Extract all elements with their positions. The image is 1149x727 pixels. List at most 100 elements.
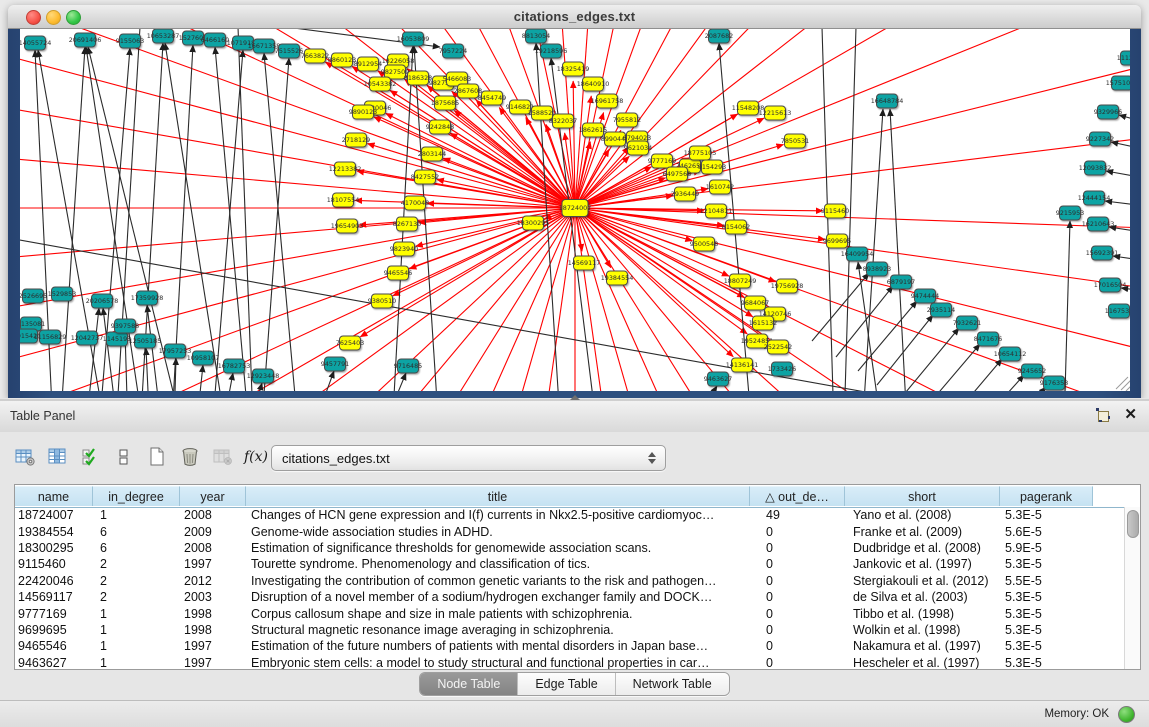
graph-node[interactable]: 9890123 xyxy=(349,105,377,119)
graph-node[interactable]: 12104811 xyxy=(700,204,733,218)
float-panel-icon[interactable] xyxy=(1096,408,1110,422)
graph-node[interactable]: 14136141 xyxy=(726,358,759,372)
table-row[interactable]: 1830029562008Estimation of significance … xyxy=(15,540,1125,556)
graph-node[interactable]: 12444154 xyxy=(1078,191,1111,205)
splitter-grip-icon[interactable] xyxy=(570,395,580,400)
graph-node[interactable]: 12093832 xyxy=(1079,161,1112,175)
graph-node[interactable]: 19384554 xyxy=(601,271,634,285)
graph-node[interactable]: 8938923 xyxy=(863,262,891,276)
table-row[interactable]: 911546021997Tourette syndrome. Phenomeno… xyxy=(15,556,1125,572)
graph-node[interactable]: 9115460 xyxy=(821,204,849,218)
graph-node[interactable]: 1112305 xyxy=(1117,51,1130,65)
column-header-out_de[interactable]: △ out_de… xyxy=(750,486,845,506)
graph-node[interactable]: 16961758 xyxy=(591,94,624,108)
graph-node[interactable]: 2522542 xyxy=(764,340,792,354)
window-titlebar[interactable]: citations_edges.txt xyxy=(8,5,1141,29)
graph-node[interactable]: 20206578 xyxy=(86,294,119,308)
table-row[interactable]: 946362711997Embryonic stem cells: a mode… xyxy=(15,655,1125,669)
delete-column-icon[interactable] xyxy=(179,446,201,468)
graph-node[interactable]: 12505185 xyxy=(129,334,162,348)
graph-node[interactable]: 8813054 xyxy=(522,29,550,43)
graph-node[interactable]: 12213382 xyxy=(329,162,362,176)
function-builder-icon[interactable]: f(x) xyxy=(245,446,267,468)
graph-node[interactable]: 16648784 xyxy=(871,94,904,108)
graph-node[interactable]: 7515526 xyxy=(275,44,303,58)
table-selector-dropdown[interactable]: citations_edges.txt xyxy=(271,445,666,471)
graph-node[interactable]: 9500548 xyxy=(690,237,718,251)
graph-node[interactable]: 20691406 xyxy=(69,33,102,47)
column-header-title[interactable]: title xyxy=(246,486,750,506)
graph-node[interactable]: 2803144 xyxy=(418,147,446,161)
graph-node[interactable]: 2718129 xyxy=(342,133,370,147)
graph-node[interactable]: 14055724 xyxy=(20,36,51,50)
graph-node[interactable]: 9227342 xyxy=(1086,132,1114,146)
graph-node[interactable]: 9716485 xyxy=(394,359,422,373)
memory-ok-indicator[interactable] xyxy=(1118,706,1135,723)
graph-node[interactable]: 9380510 xyxy=(368,294,396,308)
graph-node[interactable]: 15692391 xyxy=(1086,246,1119,260)
graph-node[interactable]: 19218596 xyxy=(535,44,568,58)
graph-node[interactable]: 7663822 xyxy=(301,49,329,63)
column-header-in_degree[interactable]: in_degree xyxy=(93,486,180,506)
graph-node[interactable]: 8860123 xyxy=(328,53,356,67)
table-row[interactable]: 1872400712008Changes of HCN gene express… xyxy=(15,507,1125,523)
graph-node[interactable]: 10653287 xyxy=(147,29,180,43)
graph-node[interactable]: 9242848 xyxy=(426,120,454,134)
graph-node[interactable]: 8154062 xyxy=(722,220,750,234)
graph-node[interactable]: 9215953 xyxy=(1056,206,1084,220)
graph-node[interactable]: 8912954 xyxy=(354,57,382,71)
graph-node[interactable]: 6879197 xyxy=(887,275,915,289)
graph-node[interactable]: 15751074 xyxy=(1106,76,1130,90)
graph-node[interactable]: 1875685 xyxy=(431,96,459,110)
graph-node[interactable]: 16210643 xyxy=(1082,217,1115,231)
graph-node[interactable]: 9245652 xyxy=(1018,364,1046,378)
graph-node[interactable]: 8471676 xyxy=(974,332,1002,346)
graph-node[interactable]: 1529853 xyxy=(48,287,76,301)
graph-node[interactable]: 12042737 xyxy=(71,331,104,345)
graph-node[interactable]: 4170048 xyxy=(401,196,429,210)
graph-node[interactable]: 9457791 xyxy=(321,357,349,371)
graph-node[interactable]: 9155063 xyxy=(116,34,144,48)
graph-node[interactable]: 19654903 xyxy=(331,219,364,233)
graph-node[interactable]: 7850531 xyxy=(781,134,809,148)
scrollbar-thumb[interactable] xyxy=(1127,510,1139,538)
column-header-year[interactable]: year xyxy=(180,486,246,506)
graph-node[interactable]: 9176358 xyxy=(1040,376,1068,390)
table-row[interactable]: 2242004622012Investigating the contribut… xyxy=(15,573,1125,589)
column-header-pagerank[interactable]: pagerank xyxy=(1000,486,1093,506)
graph-node[interactable]: 9474444 xyxy=(911,289,939,303)
graph-node[interactable]: 1610742 xyxy=(706,180,734,194)
vertical-scrollbar[interactable] xyxy=(1124,507,1140,669)
graph-node[interactable]: 16053809 xyxy=(397,32,430,46)
new-column-icon[interactable] xyxy=(146,446,168,468)
graph-node[interactable]: 8454749 xyxy=(478,91,506,105)
close-panel-icon[interactable]: ✕ xyxy=(1124,408,1137,422)
table-mode-icon[interactable] xyxy=(14,446,36,468)
tab-node-table[interactable]: Node Table xyxy=(420,673,518,695)
column-header-name[interactable]: name xyxy=(15,486,93,506)
graph-node[interactable]: 9777169 xyxy=(648,154,676,168)
graph-node[interactable]: 9621034 xyxy=(624,141,652,155)
graph-node[interactable]: 9699695 xyxy=(823,234,851,248)
graph-node[interactable]: 10654112 xyxy=(994,347,1027,361)
graph-node[interactable]: 9154293 xyxy=(698,160,726,174)
graph-node[interactable]: 14569117 xyxy=(568,256,601,270)
network-canvas[interactable]: 1405572420691406915506310653287152760264… xyxy=(20,29,1130,391)
graph-node[interactable]: 8322037 xyxy=(549,114,577,128)
tab-network-table[interactable]: Network Table xyxy=(616,673,729,695)
graph-node[interactable]: 1167533 xyxy=(1105,304,1130,318)
graph-node[interactable]: 1145193 xyxy=(103,332,131,346)
graph-node[interactable]: 17016504 xyxy=(1094,278,1127,292)
show-columns-icon[interactable] xyxy=(47,446,69,468)
select-columns-icon[interactable] xyxy=(80,446,102,468)
graph-node[interactable]: 9329966 xyxy=(1094,105,1122,119)
graph-node[interactable]: 2935114 xyxy=(927,303,955,317)
graph-node[interactable]: 7932621 xyxy=(953,316,981,330)
graph-node[interactable]: 8427552 xyxy=(411,170,439,184)
network-svg[interactable]: 1405572420691406915506310653287152760264… xyxy=(20,29,1130,391)
graph-node[interactable]: 6497568 xyxy=(663,167,691,181)
graph-node[interactable]: 7957224 xyxy=(439,44,467,58)
graph-node[interactable]: 7625403 xyxy=(336,336,364,350)
graph-node[interactable]: 18107554 xyxy=(327,193,360,207)
table-row[interactable]: 1456911722003Disruption of a novel membe… xyxy=(15,589,1125,605)
